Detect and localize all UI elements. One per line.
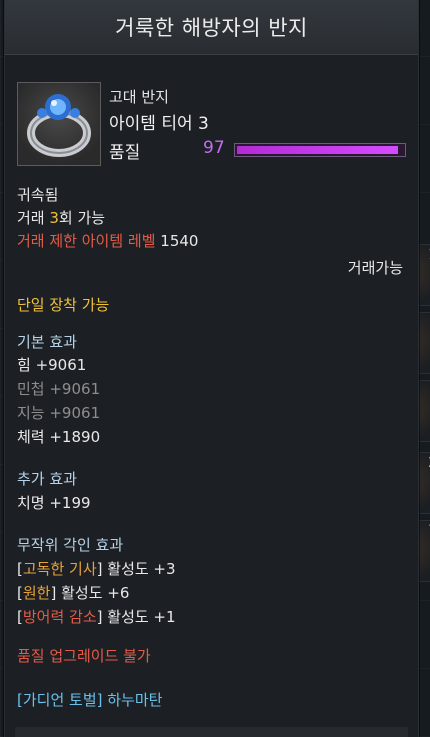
quality-label: 품질 [109, 143, 141, 163]
basic-effect: 체력 +1890 [17, 428, 101, 446]
basic-effect-title: 기본 효과 [17, 333, 77, 351]
engraving-name: 원한 [22, 584, 51, 602]
quality-bar-fill [237, 146, 398, 154]
item-tooltip: 거룩한 해방자의 반지 고대 반지 아이템 티어 3 품질 97 귀속됨 거래 … [4, 0, 419, 737]
basic-effect: 힘 +9061 [17, 356, 87, 374]
trade-suffix: 회 가능 [58, 209, 106, 227]
quality-row: 품질 97 [109, 138, 409, 164]
item-header: 고대 반지 아이템 티어 3 품질 97 [17, 82, 407, 166]
extra-effect-title: 추가 효과 [17, 470, 77, 488]
engraving-name: 고독한 기사 [22, 560, 97, 578]
engraving-value: 활성도 +6 [56, 584, 130, 602]
trade-count: 거래 3회 가능 [17, 207, 105, 228]
tradable-label: 거래가능 [347, 259, 403, 277]
trade-prefix: 거래 [17, 209, 50, 227]
single-equip: 단일 장착 가능 [17, 296, 110, 314]
item-header-text: 고대 반지 아이템 티어 3 [109, 82, 209, 134]
trade-limit-value: 1540 [160, 232, 199, 250]
item-tier: 아이템 티어 3 [109, 114, 209, 134]
engraving-name: 방어력 감소 [22, 608, 97, 626]
trade-limit-label: 거래 제한 아이템 레벨 [17, 232, 156, 250]
trade-count-number: 3 [49, 209, 59, 227]
engraving-title: 무작위 각인 효과 [17, 536, 124, 554]
engraving-value: 활성도 +1 [102, 608, 176, 626]
quality-value: 97 [203, 138, 225, 158]
tooltip-bottom-strip [15, 727, 408, 737]
engraving-row: [고독한 기사] 활성도 +3 [17, 558, 176, 579]
tooltip-title: 거룩한 해방자의 반지 [5, 0, 418, 55]
item-grade: 고대 반지 [109, 88, 169, 106]
trade-limit: 거래 제한 아이템 레벨 1540 [17, 230, 198, 251]
engraving-value: 활성도 +3 [102, 560, 176, 578]
bound-status: 귀속됨 [17, 186, 59, 204]
upgrade-note: 품질 업그레이드 불가 [17, 647, 151, 665]
silver-ring-with-blue-gems-icon [17, 82, 101, 166]
quality-bar [234, 143, 406, 157]
item-source: [가디언 토벌] 하누마탄 [17, 691, 163, 709]
engraving-row: [원한] 활성도 +6 [17, 582, 129, 603]
basic-effect: 민첩 +9061 [17, 380, 101, 398]
extra-effect: 치명 +199 [17, 494, 91, 512]
basic-effect: 지능 +9061 [17, 404, 101, 422]
engraving-row: [방어력 감소] 활성도 +1 [17, 606, 176, 627]
